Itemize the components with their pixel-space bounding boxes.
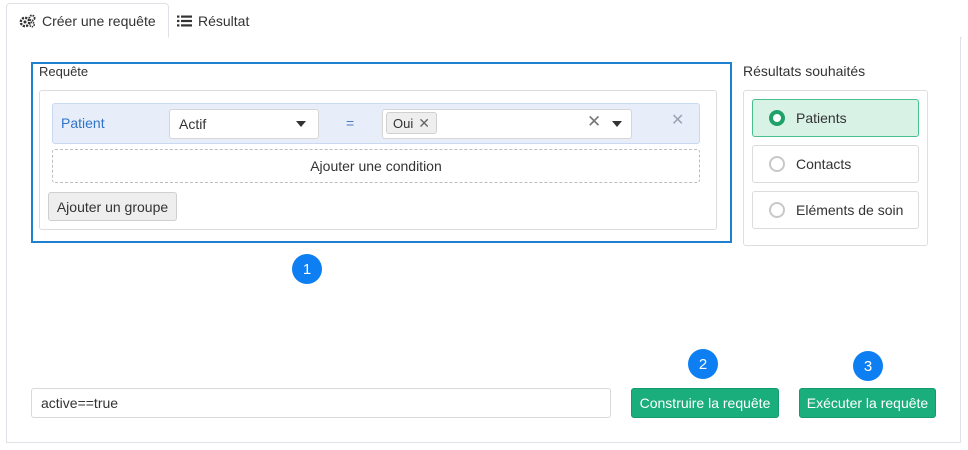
option-label: Patients (796, 110, 847, 126)
remove-condition-icon[interactable]: ✕ (671, 113, 684, 129)
list-icon (177, 15, 192, 27)
attribute-select[interactable]: Actif (169, 109, 319, 139)
radio-checked-icon (769, 110, 785, 126)
clear-selection-icon[interactable]: ✕ (587, 113, 601, 130)
option-label: Contacts (796, 156, 852, 172)
query-title: Requête (39, 64, 89, 79)
gears-icon (19, 14, 36, 28)
radio-unchecked-icon (769, 202, 785, 218)
condition-field: Patient (61, 115, 105, 131)
result-option-patients[interactable]: Patients (752, 99, 919, 137)
build-query-button[interactable]: Construire la requête (631, 388, 779, 418)
attribute-value: Actif (179, 116, 207, 132)
chevron-down-icon[interactable] (612, 121, 622, 127)
step-badge-3: 3 (853, 351, 883, 381)
option-label: Eléments de soin (796, 202, 904, 218)
radio-unchecked-icon (769, 156, 785, 172)
tab-result[interactable]: Résultat (165, 3, 261, 38)
tab-label: Résultat (198, 12, 250, 29)
operator-label: = (346, 115, 355, 131)
results-title: Résultats souhaités (743, 63, 866, 79)
chip-remove-icon[interactable]: ✕ (418, 116, 430, 130)
result-option-care-elements[interactable]: Eléments de soin (752, 191, 919, 229)
query-expression-input[interactable] (31, 388, 611, 418)
chip-label: Oui (393, 115, 414, 131)
chevron-down-icon (296, 121, 306, 127)
tab-label: Créer une requête (42, 12, 156, 29)
add-group-button[interactable]: Ajouter un groupe (48, 192, 177, 221)
execute-query-button[interactable]: Exécuter la requête (799, 388, 936, 418)
step-badge-2: 2 (688, 349, 718, 379)
result-option-contacts[interactable]: Contacts (752, 145, 919, 183)
tab-create-query[interactable]: Créer une requête (6, 3, 169, 38)
step-badge-1: 1 (292, 254, 322, 284)
add-condition-button[interactable]: Ajouter une condition (52, 149, 700, 183)
value-chip: Oui ✕ (386, 112, 437, 134)
